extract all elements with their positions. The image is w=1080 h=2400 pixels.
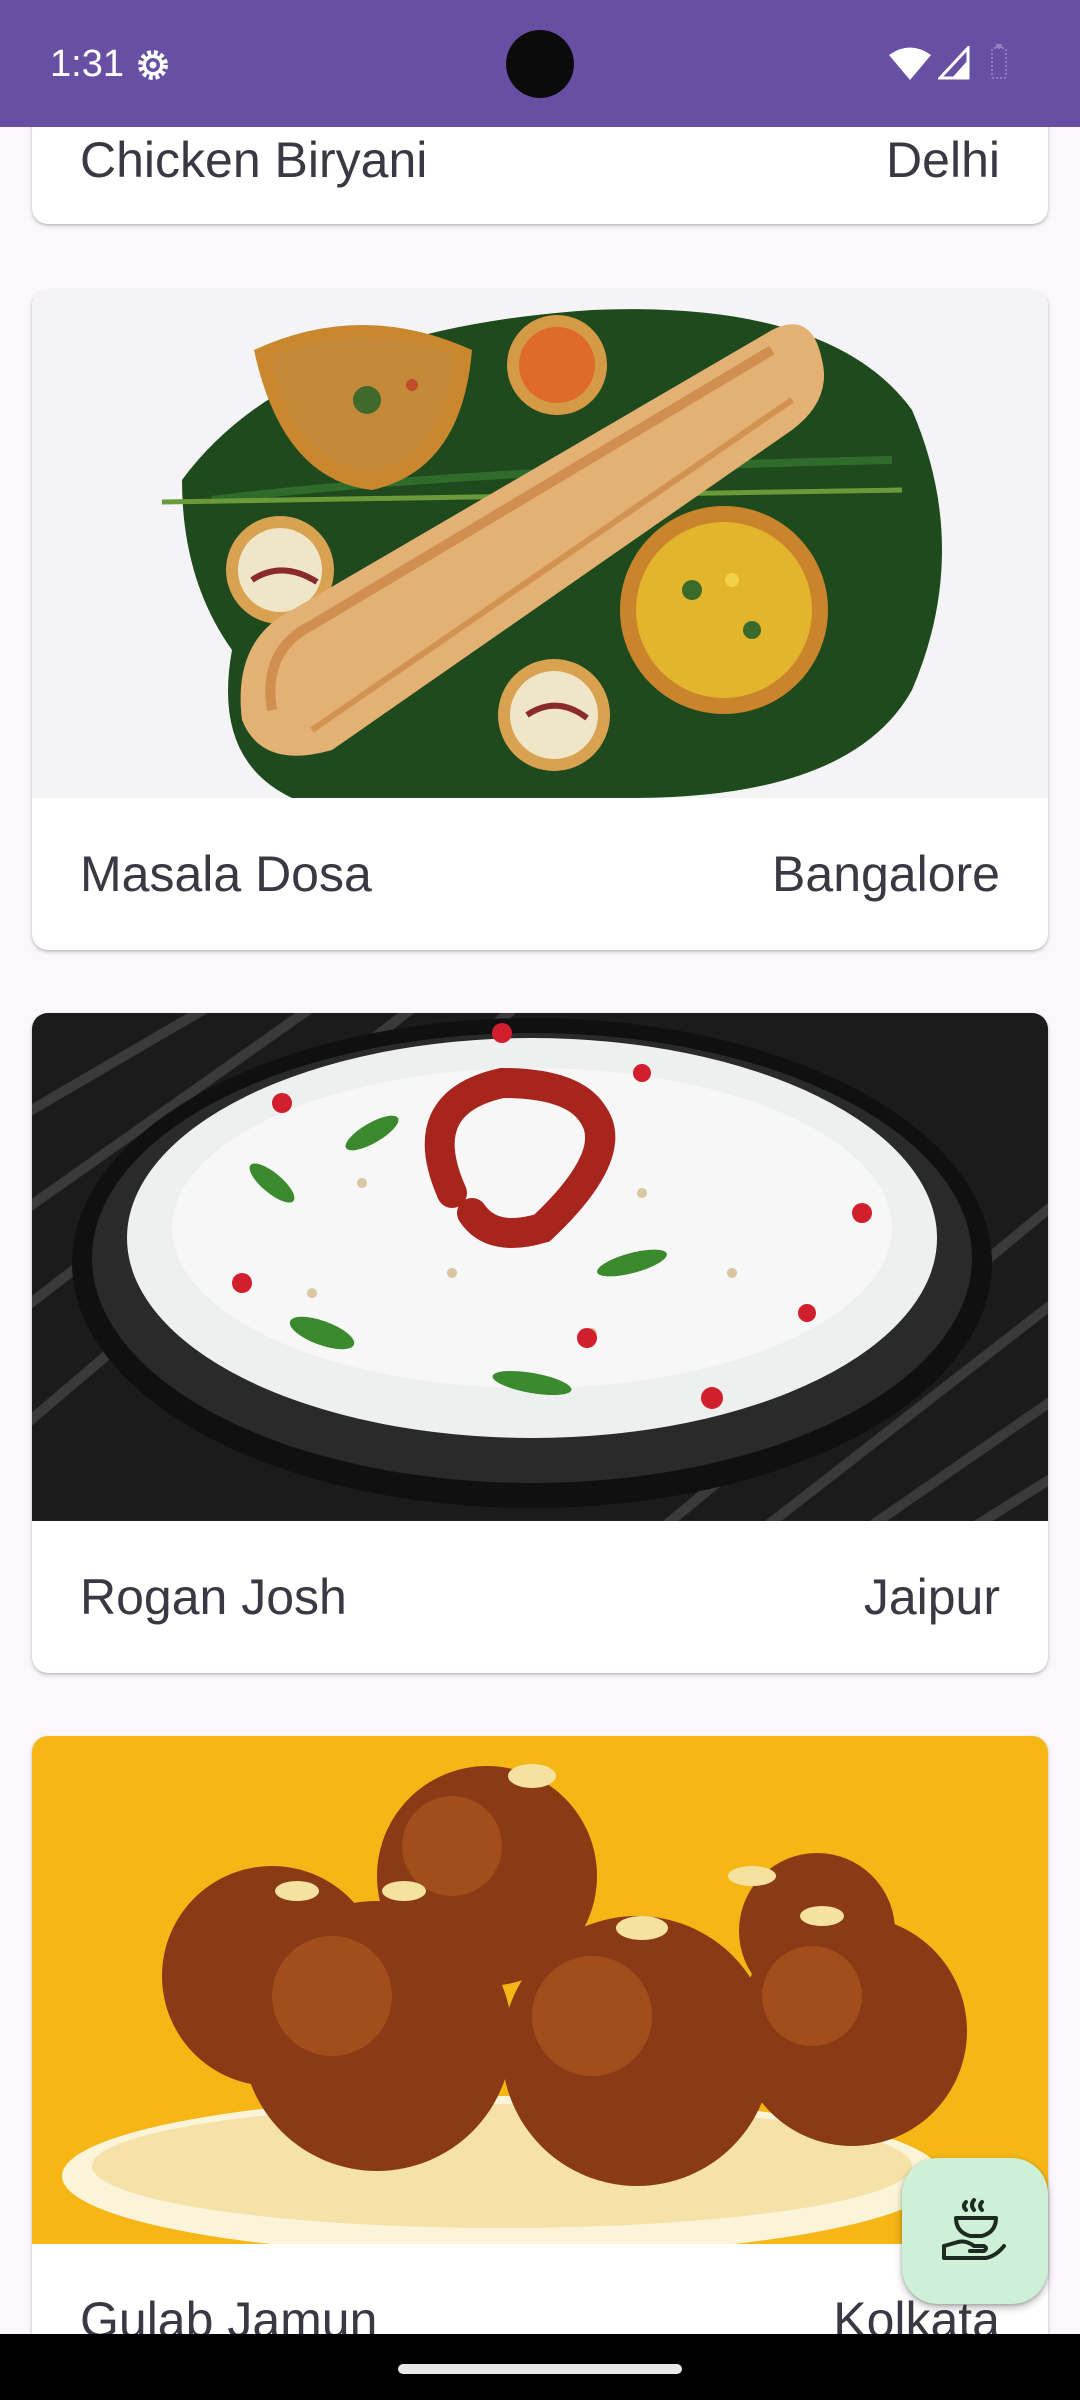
- dish-card[interactable]: Gulab Jamun Kolkata: [32, 1736, 1048, 2334]
- dish-photo: [32, 1736, 1048, 2244]
- dish-city: Jaipur: [863, 1569, 1000, 1625]
- dish-card[interactable]: Masala Dosa Bangalore: [32, 290, 1048, 950]
- serving-hand-icon: [942, 2198, 1006, 2260]
- settings-gear-icon: [138, 50, 168, 80]
- dish-name: Gulab Jamun: [80, 2292, 378, 2334]
- dish-city: Bangalore: [772, 846, 1000, 902]
- dish-name: Masala Dosa: [80, 846, 372, 902]
- navigation-bar: [0, 2334, 1080, 2400]
- dish-card[interactable]: Rogan Josh Jaipur: [32, 1013, 1048, 1673]
- cell-signal-icon: [938, 46, 970, 80]
- dish-city: Delhi: [886, 132, 1000, 188]
- home-gesture-handle[interactable]: [398, 2364, 682, 2374]
- serve-dish-fab[interactable]: [902, 2158, 1048, 2304]
- dish-photo: [32, 1013, 1048, 1521]
- dish-name: Rogan Josh: [80, 1569, 347, 1625]
- gulab-jamun-photo: [32, 1736, 1048, 2244]
- front-camera: [506, 30, 574, 98]
- curd-rice-photo: [32, 1013, 1048, 1521]
- dish-photo: [32, 290, 1048, 798]
- status-bar: 1:31: [0, 0, 1080, 127]
- dish-name: Chicken Biryani: [80, 132, 428, 188]
- dish-list[interactable]: Chicken Biryani Delhi Masala Dosa Bangal…: [0, 0, 1080, 2334]
- wifi-icon: [889, 47, 931, 80]
- dish-caption: Masala Dosa Bangalore: [32, 798, 1048, 950]
- status-time: 1:31: [50, 43, 124, 85]
- dish-caption: Gulab Jamun Kolkata: [32, 2244, 1048, 2334]
- dish-caption: Rogan Josh Jaipur: [32, 1521, 1048, 1673]
- battery-icon: [991, 44, 1007, 79]
- masala-dosa-photo: [32, 290, 1048, 798]
